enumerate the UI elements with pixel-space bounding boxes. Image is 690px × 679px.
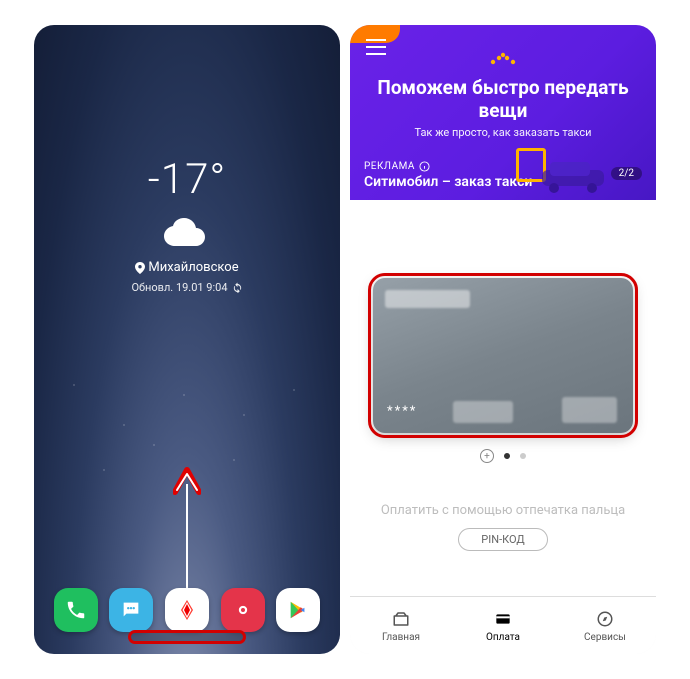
play-store-app-icon[interactable]: [276, 588, 320, 632]
pin-icon: [135, 262, 145, 274]
nav-services[interactable]: Сервисы: [554, 597, 656, 654]
card-redacted-region: [562, 397, 617, 423]
payment-card[interactable]: ****: [373, 278, 633, 433]
car-decor-icon: [536, 156, 616, 194]
cloud-icon: [161, 216, 213, 250]
location-row: Михайловское: [34, 260, 340, 275]
app-dock: [34, 588, 340, 632]
promo-banner[interactable]: Поможем быстро передать вещи Так же прос…: [350, 25, 656, 200]
nav-pay[interactable]: Оплата: [452, 597, 554, 654]
phone-app-icon[interactable]: [54, 588, 98, 632]
pager-dot-active[interactable]: [504, 453, 510, 459]
card-area: **** + Оплатить с помощью отпечатка паль…: [350, 200, 656, 596]
info-icon[interactable]: [419, 161, 430, 172]
samsung-pay-screen: Поможем быстро передать вещи Так же прос…: [350, 25, 656, 654]
home-screen: -17° Михайловское Обновл. 19.01 9:04: [34, 25, 340, 654]
banner-title: Поможем быстро передать вещи: [364, 76, 642, 122]
card-last-digits: ****: [387, 404, 417, 419]
card-pager: +: [360, 449, 646, 463]
wallet-icon: [391, 609, 411, 629]
card-redacted-region: [453, 401, 513, 423]
menu-icon[interactable]: [366, 39, 386, 59]
yandex-app-icon[interactable]: [165, 588, 209, 632]
compass-icon: [596, 609, 614, 629]
nav-pay-label: Оплата: [486, 632, 520, 643]
card-redacted-region: [385, 290, 470, 308]
card-icon: [493, 609, 513, 629]
refresh-icon[interactable]: [232, 282, 243, 293]
pin-code-button[interactable]: PIN-КОД: [458, 528, 548, 551]
ad-source: Ситимобил – заказ такси: [364, 174, 532, 190]
banner-subtitle: Так же просто, как заказать такси: [364, 126, 642, 139]
citymobil-logo-icon: [364, 51, 642, 70]
ad-tag: РЕКЛАМА: [364, 161, 415, 172]
nav-services-label: Сервисы: [584, 632, 626, 643]
nav-home-label: Главная: [382, 632, 420, 643]
bottom-nav: Главная Оплата Сервисы: [350, 596, 656, 654]
updated-text: Обновл. 19.01 9:04: [131, 281, 227, 294]
ad-tag-row: РЕКЛАМА: [364, 161, 430, 172]
swipe-up-arrow-annotation: [173, 464, 201, 624]
add-card-button[interactable]: +: [480, 449, 494, 463]
weather-widget[interactable]: -17° Михайловское Обновл. 19.01 9:04: [34, 155, 340, 294]
camera-app-icon[interactable]: [221, 588, 265, 632]
swipe-handle-annotation[interactable]: [128, 630, 246, 644]
location-name: Михайловское: [148, 260, 238, 275]
nav-home[interactable]: Главная: [350, 597, 452, 654]
temperature-value: -17°: [34, 155, 340, 204]
fingerprint-prompt: Оплатить с помощью отпечатка пальца: [360, 503, 646, 518]
updated-row: Обновл. 19.01 9:04: [34, 281, 340, 294]
messages-app-icon[interactable]: [109, 588, 153, 632]
pager-dot[interactable]: [520, 453, 526, 459]
